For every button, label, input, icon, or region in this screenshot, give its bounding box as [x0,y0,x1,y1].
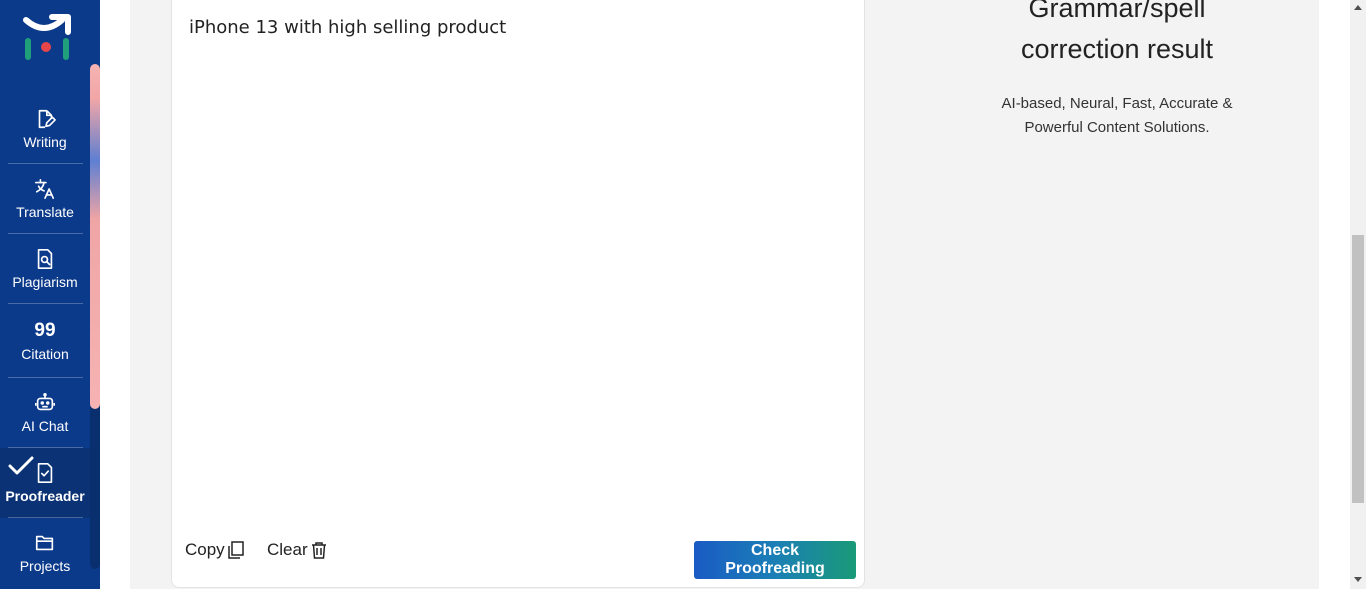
translate-icon [35,179,55,199]
sidebar: Writing Translate Plagiarism 99 Citation… [0,0,100,589]
sidebar-item-writing[interactable]: Writing [0,94,90,164]
editor-card: iPhone 13 with high selling product Copy… [171,0,865,588]
checkmark-icon [8,456,34,475]
result-subtitle: AI-based, Neural, Fast, Accurate & Power… [910,92,1324,140]
result-subtitle-line: Powerful Content Solutions. [1024,119,1210,136]
sidebar-scrollbar-thumb[interactable] [90,64,100,409]
clear-button[interactable]: Clear [267,540,328,560]
result-panel: Grammar/spell correction result AI-based… [910,0,1319,589]
sidebar-scrollbar[interactable] [90,64,100,569]
document-edit-icon [38,109,56,129]
quote-icon: 99 [34,320,56,341]
result-title-line: correction result [1020,34,1214,64]
sidebar-item-translate[interactable]: Translate [0,164,90,234]
app-logo-icon[interactable] [22,14,74,64]
document-check-icon [37,463,53,483]
sidebar-item-ai-chat[interactable]: AI Chat [0,378,90,448]
folder-icon [35,535,54,551]
copy-button[interactable]: Copy [185,540,245,560]
document-search-icon [37,249,53,269]
copy-label: Copy [185,540,225,559]
editor-input[interactable]: iPhone 13 with high selling product [189,17,506,38]
scroll-up-arrow-icon[interactable] [1353,3,1363,11]
result-title-line: Grammar/spell [1028,0,1206,23]
result-subtitle-line: AI-based, Neural, Fast, Accurate & [1001,95,1233,112]
sidebar-item-label: Writing [23,134,67,150]
result-title: Grammar/spell correction result [910,0,1324,70]
check-proofreading-button[interactable]: Check Proofreading [694,541,856,579]
sidebar-item-proofreader[interactable]: Proofreader [0,448,90,518]
clear-label: Clear [267,540,308,559]
content-gutter [100,0,130,589]
scroll-down-arrow-icon[interactable] [1353,576,1363,584]
page-scrollbar-thumb[interactable] [1352,235,1364,503]
sidebar-item-label: AI Chat [21,418,69,434]
sidebar-item-label: Translate [16,204,74,220]
right-gutter [1319,0,1350,589]
sidebar-item-label: Projects [19,558,71,574]
sidebar-item-label: Plagiarism [12,274,78,290]
sidebar-item-projects[interactable]: Projects [0,518,90,588]
copy-icon [227,541,244,559]
page-scrollbar[interactable] [1350,0,1366,589]
sidebar-item-citation[interactable]: 99 Citation [0,304,90,378]
sidebar-item-label: Citation [21,346,69,362]
sidebar-item-label: Proofreader [5,488,85,504]
trash-icon [311,542,326,559]
robot-icon [35,393,55,411]
sidebar-item-plagiarism[interactable]: Plagiarism [0,234,90,304]
